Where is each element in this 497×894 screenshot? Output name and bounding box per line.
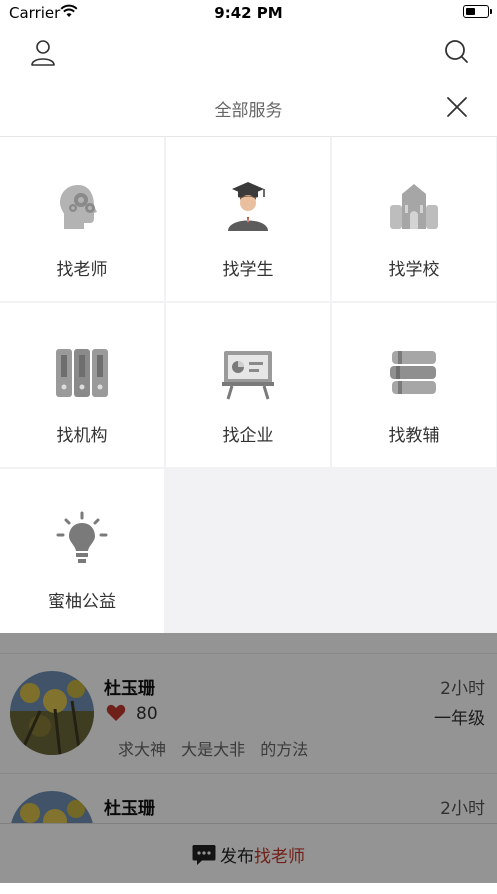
like-count-value: 80: [136, 704, 158, 724]
author-name: 杜玉珊: [104, 679, 155, 699]
service-find-tutoring[interactable]: 找教辅: [332, 303, 496, 467]
lightbulb-icon: [56, 511, 108, 563]
services-panel-header: 全部服务: [0, 80, 497, 137]
publish-prefix: 发布: [220, 847, 254, 867]
tag: 求大神: [118, 740, 167, 759]
service-label: 找企业: [222, 426, 274, 446]
school-building-icon: [390, 184, 438, 229]
service-label: 找学校: [388, 260, 440, 280]
books-icon: [390, 351, 436, 394]
post-time: 2小时: [440, 679, 485, 699]
tag-list: 求大神 大是大非 的方法: [118, 736, 318, 760]
tag: 的方法: [260, 740, 309, 759]
service-label: 找机构: [56, 426, 108, 446]
head-gears-icon: [60, 185, 97, 229]
binders-icon: [56, 349, 108, 397]
service-find-enterprise[interactable]: 找企业: [166, 303, 330, 467]
search-icon[interactable]: [443, 38, 471, 66]
publish-accent: 找老师: [254, 847, 305, 867]
close-icon[interactable]: [445, 95, 469, 119]
panel-title: 全部服务: [214, 101, 283, 121]
list-item[interactable]: 杜玉珊 2小时 80 一年级 求大神 大是大非 的方法: [0, 653, 497, 774]
top-nav: [0, 26, 497, 80]
like-count[interactable]: 80: [106, 704, 158, 724]
service-find-school[interactable]: 找学校: [332, 137, 496, 301]
graduate-icon: [228, 182, 268, 231]
service-find-teacher[interactable]: 找老师: [0, 137, 164, 301]
tag: 大是大非: [181, 740, 246, 759]
author-name: 杜玉珊: [104, 799, 155, 819]
services-grid: 找老师 找学生 找学校 找机构 找企业 找教辅 蜜柚公益: [0, 137, 497, 633]
service-label: 找老师: [56, 260, 108, 280]
service-find-student[interactable]: 找学生: [166, 137, 330, 301]
message-icon: [192, 845, 216, 865]
service-find-institution[interactable]: 找机构: [0, 303, 164, 467]
grade-label: 一年级: [434, 709, 485, 729]
service-label: 找学生: [222, 260, 274, 280]
service-charity[interactable]: 蜜柚公益: [0, 469, 164, 633]
presentation-board-icon: [222, 351, 274, 400]
avatar[interactable]: [10, 671, 94, 755]
user-icon[interactable]: [28, 38, 58, 68]
battery-icon: [463, 5, 492, 18]
status-bar: Carrier 9:42 PM: [0, 0, 497, 26]
heart-icon: [106, 704, 126, 721]
post-time: 2小时: [440, 799, 485, 819]
service-label: 蜜柚公益: [48, 592, 116, 612]
publish-bar[interactable]: 发布找老师: [0, 823, 497, 884]
service-label: 找教辅: [388, 426, 440, 446]
status-time: 9:42 PM: [214, 4, 283, 22]
